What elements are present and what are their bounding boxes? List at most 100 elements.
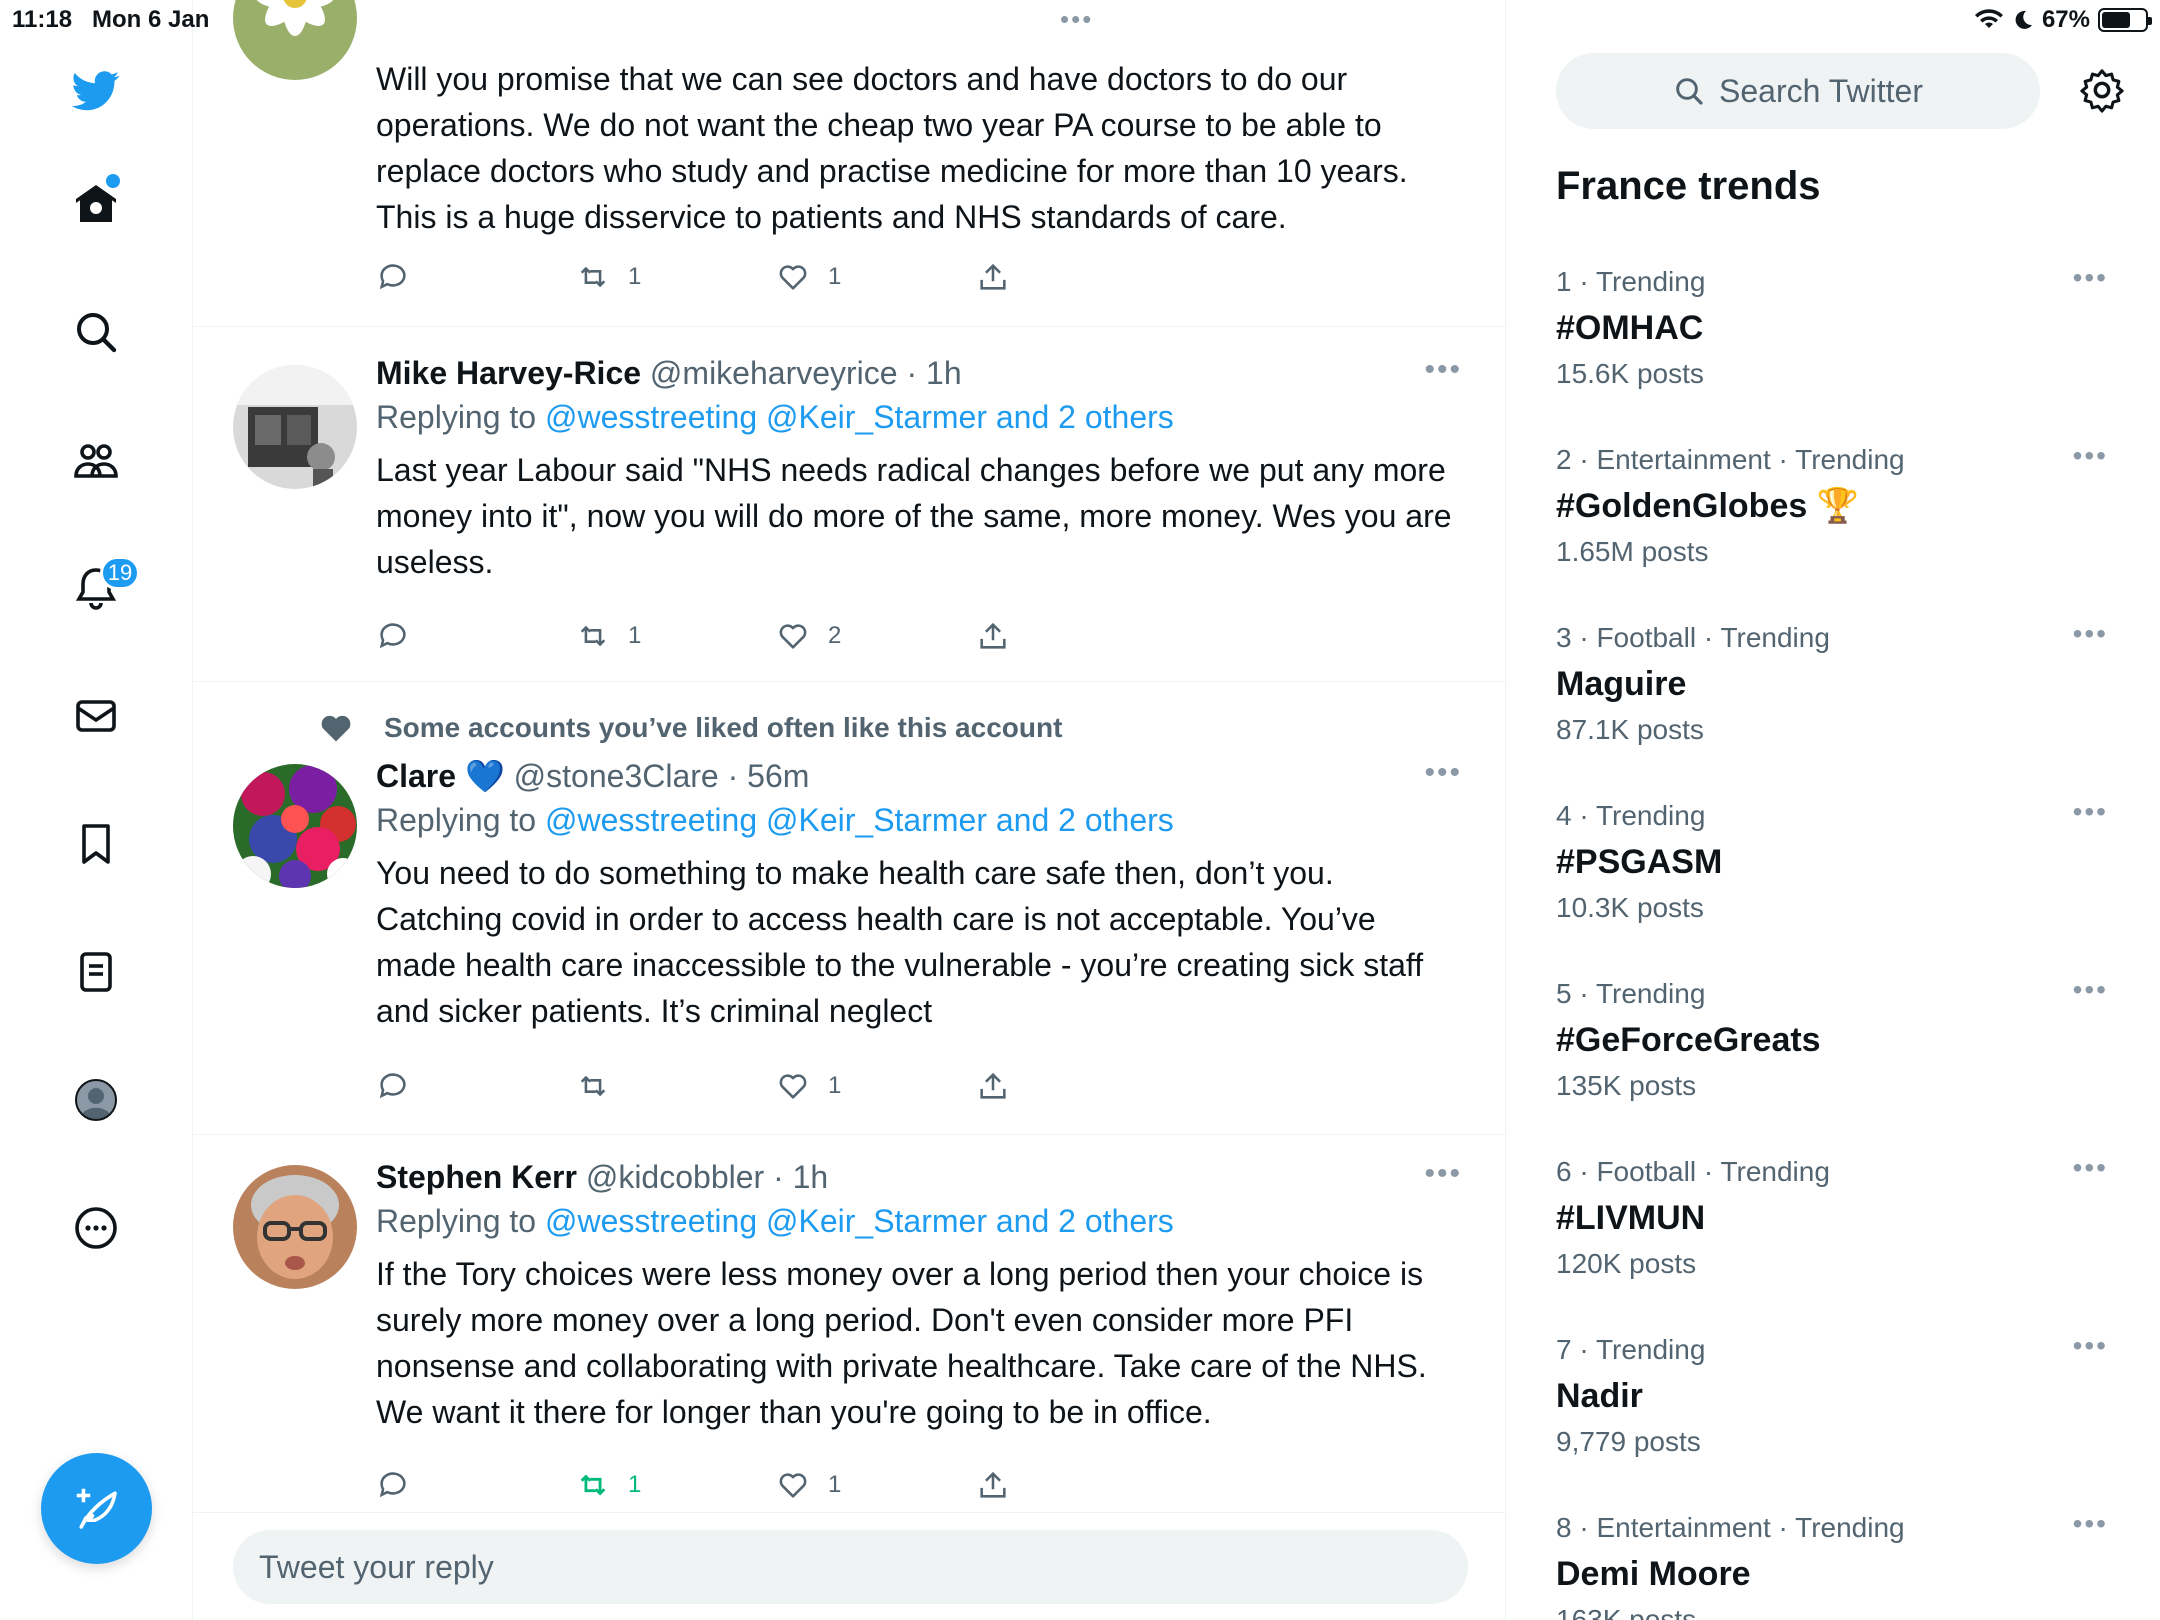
avatar-clare[interactable] xyxy=(233,764,357,888)
tweet[interactable]: Stephen Kerr @kidcobbler · 1h Replying t… xyxy=(193,1135,1505,1512)
author-name[interactable]: Stephen Kerr xyxy=(376,1159,577,1195)
trend-item[interactable]: 8 · Entertainment · Trending Demi Moore … xyxy=(1556,1508,2136,1620)
tweet-reply-input[interactable]: Tweet your reply xyxy=(233,1530,1468,1604)
retweet-count: 1 xyxy=(628,622,642,649)
compose-tweet-button[interactable] xyxy=(41,1453,152,1564)
trend-item[interactable]: 6 · Football · Trending #LIVMUN 120K pos… xyxy=(1556,1152,2136,1322)
replying-to-links[interactable]: @wesstreeting @Keir_Starmer and 2 others xyxy=(545,802,1174,838)
like-count: 1 xyxy=(828,1471,842,1498)
settings-gear-icon[interactable] xyxy=(2074,62,2130,118)
share-button[interactable] xyxy=(976,1064,1010,1108)
trend-more-icon[interactable]: ••• xyxy=(2073,618,2108,650)
tweet-text: If the Tory choices were less money over… xyxy=(376,1256,1427,1430)
like-button[interactable]: 1 xyxy=(776,255,841,299)
retweet-button[interactable]: 1 xyxy=(576,614,641,658)
reply-button[interactable] xyxy=(376,1064,410,1108)
like-button[interactable]: 1 xyxy=(776,1064,841,1108)
tweet-header: Stephen Kerr @kidcobbler · 1h xyxy=(376,1155,1456,1199)
trend-posts: 9,779 posts xyxy=(1556,1426,1701,1457)
trend-more-icon[interactable]: ••• xyxy=(2073,262,2108,294)
tweet-partial[interactable]: Will you promise that we can see doctors… xyxy=(193,0,1505,327)
trend-name: Demi Moore xyxy=(1556,1555,1751,1593)
share-icon xyxy=(980,1471,1006,1498)
heart-icon xyxy=(779,265,807,290)
timeline: Will you promise that we can see doctors… xyxy=(193,0,1506,1620)
retweet-count: 1 xyxy=(628,263,642,290)
tweet-time[interactable]: · 1h xyxy=(906,355,961,391)
feather-plus-icon xyxy=(76,1488,117,1529)
share-button[interactable] xyxy=(976,614,1010,658)
moon-icon xyxy=(2015,10,2032,29)
replying-to: Replying to @wesstreeting @Keir_Starmer … xyxy=(376,395,1456,447)
share-icon xyxy=(980,622,1006,649)
trend-item[interactable]: 1 · Trending #OMHAC 15.6K posts ••• xyxy=(1556,262,2136,432)
trend-item[interactable]: 7 · Trending Nadir 9,779 posts ••• xyxy=(1556,1330,2136,1500)
reply-button[interactable] xyxy=(376,255,410,299)
trend-meta: 6 · Football · Trending xyxy=(1556,1156,1830,1187)
like-button[interactable]: 1 xyxy=(776,1463,841,1507)
share-button[interactable] xyxy=(976,255,1010,299)
author-handle[interactable]: @stone3Clare xyxy=(514,758,719,794)
author-name[interactable]: Mike Harvey-Rice xyxy=(376,355,641,391)
bookmarks-icon[interactable] xyxy=(66,814,126,874)
trend-item[interactable]: 2 · Entertainment · Trending #GoldenGlob… xyxy=(1556,440,2136,610)
trend-meta: 1 · Trending xyxy=(1556,266,1706,297)
trend-more-icon[interactable]: ••• xyxy=(2073,1152,2108,1184)
tweet-more-icon[interactable]: ••• xyxy=(1424,353,1462,387)
lists-icon[interactable] xyxy=(66,942,126,1002)
explore-search-icon[interactable] xyxy=(66,302,126,362)
trend-posts: 135K posts xyxy=(1556,1070,1697,1101)
blue-heart-emoji: 💙 xyxy=(464,758,505,794)
multitasking-dots-icon[interactable]: ••• xyxy=(1060,4,1093,35)
trophy-emoji: 🏆 xyxy=(1816,487,1860,525)
messages-envelope-icon[interactable] xyxy=(66,686,126,746)
trend-posts: 1.65M posts xyxy=(1556,536,1709,567)
communities-icon[interactable] xyxy=(66,430,126,490)
trend-name-text: #GoldenGlobes xyxy=(1556,487,1808,525)
battery-icon xyxy=(2098,8,2152,32)
replying-to-links[interactable]: @wesstreeting @Keir_Starmer and 2 others xyxy=(545,399,1174,435)
profile-avatar-icon[interactable] xyxy=(66,1070,126,1130)
tweet-more-icon[interactable]: ••• xyxy=(1424,756,1462,790)
tweet-actions: 1 xyxy=(376,1064,1076,1108)
trend-item[interactable]: 4 · Trending #PSGASM 10.3K posts ••• xyxy=(1556,796,2136,966)
trend-item[interactable]: 3 · Football · Trending Maguire 87.1K po… xyxy=(1556,618,2136,788)
author-handle[interactable]: @kidcobbler xyxy=(586,1159,764,1195)
tweet-time[interactable]: · 1h xyxy=(773,1159,828,1195)
reply-icon xyxy=(379,264,406,290)
trend-more-icon[interactable]: ••• xyxy=(2073,1508,2108,1540)
retweet-icon xyxy=(580,1075,606,1097)
twitter-logo-icon[interactable] xyxy=(66,60,126,120)
author-name[interactable]: Clare xyxy=(376,758,456,794)
like-count: 2 xyxy=(828,622,842,649)
tweet[interactable]: Some accounts you’ve liked often like th… xyxy=(193,682,1505,1135)
tweet-text: Will you promise that we can see doctors… xyxy=(376,61,1408,235)
trend-more-icon[interactable]: ••• xyxy=(2073,974,2108,1006)
share-button[interactable] xyxy=(976,1463,1010,1507)
more-options-icon[interactable] xyxy=(66,1198,126,1258)
tweet-more-icon[interactable]: ••• xyxy=(1424,1157,1462,1191)
trend-posts: 87.1K posts xyxy=(1556,714,1704,745)
trend-name: #GeForceGreats xyxy=(1556,1021,1821,1059)
heart-filled-icon xyxy=(321,715,351,742)
avatar-stephen-kerr[interactable] xyxy=(233,1165,357,1289)
tweet-header: Mike Harvey-Rice @mikeharveyrice · 1h xyxy=(376,351,1456,395)
reply-button[interactable] xyxy=(376,1463,410,1507)
trend-more-icon[interactable]: ••• xyxy=(2073,1330,2108,1362)
tweet[interactable]: Mike Harvey-Rice @mikeharveyrice · 1h Re… xyxy=(193,327,1505,682)
reply-icon xyxy=(379,623,406,649)
trend-item[interactable]: 5 · Trending #GeForceGreats 135K posts •… xyxy=(1556,974,2136,1144)
tweet-time[interactable]: · 56m xyxy=(728,758,810,794)
search-twitter-input[interactable]: Search Twitter xyxy=(1556,53,2040,129)
retweet-button[interactable]: 1 xyxy=(576,255,641,299)
retweet-button-active[interactable]: 1 xyxy=(576,1463,641,1507)
avatar-mike-harvey-rice[interactable] xyxy=(233,365,357,489)
social-context-text: Some accounts you’ve liked often like th… xyxy=(384,712,1063,743)
replying-to-links[interactable]: @wesstreeting @Keir_Starmer and 2 others xyxy=(545,1203,1174,1239)
trend-more-icon[interactable]: ••• xyxy=(2073,796,2108,828)
retweet-button[interactable] xyxy=(576,1064,628,1108)
author-handle[interactable]: @mikeharveyrice xyxy=(650,355,898,391)
like-button[interactable]: 2 xyxy=(776,614,841,658)
reply-button[interactable] xyxy=(376,614,410,658)
trend-more-icon[interactable]: ••• xyxy=(2073,440,2108,472)
